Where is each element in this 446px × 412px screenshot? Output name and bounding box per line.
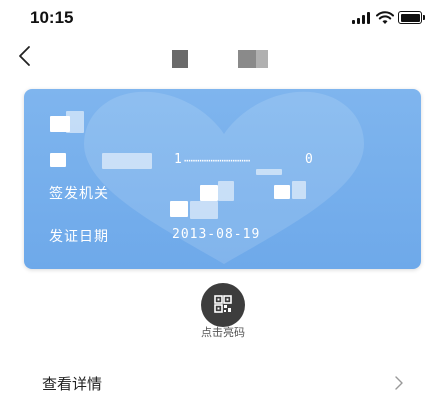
redacted-authority [190, 201, 218, 219]
signal-icon [352, 12, 372, 24]
redacted-field [50, 153, 66, 167]
back-button[interactable] [12, 42, 40, 70]
redacted-authority [218, 181, 234, 201]
issuing-authority-label: 签发机关 [49, 186, 109, 202]
show-code-label: 点击亮码 [201, 326, 245, 339]
chevron-right-icon [395, 376, 403, 390]
status-bar: 10:15 [0, 0, 446, 36]
page-title-redacted [172, 50, 188, 68]
battery-icon [398, 11, 425, 24]
id-card[interactable]: 1 ⋯⋯⋯⋯⋯⋯⋯⋯⋯⋯ 0 签发机关 发证日期 2013-08-19 [24, 89, 421, 269]
status-time: 10:15 [30, 8, 74, 27]
redacted-field [102, 153, 152, 169]
id-number-end: 0 [305, 152, 314, 167]
redacted-authority [200, 185, 218, 201]
redacted-field [256, 169, 282, 175]
issue-date-value: 2013-08-19 [172, 227, 261, 242]
id-number-start: 1 [174, 152, 183, 167]
redacted-name [66, 111, 84, 133]
show-code-button[interactable] [201, 283, 245, 327]
id-number-mask: ⋯⋯⋯⋯⋯⋯⋯⋯⋯⋯ [184, 154, 251, 167]
redacted-authority [170, 201, 188, 217]
qr-code-icon [214, 295, 232, 313]
wifi-icon [376, 11, 394, 24]
view-details-row[interactable]: 查看详情 [0, 360, 446, 406]
view-details-label: 查看详情 [42, 375, 103, 393]
issue-date-label: 发证日期 [49, 229, 109, 245]
page-title-redacted [256, 50, 268, 68]
redacted-authority [292, 181, 306, 199]
redacted-authority [274, 185, 290, 199]
